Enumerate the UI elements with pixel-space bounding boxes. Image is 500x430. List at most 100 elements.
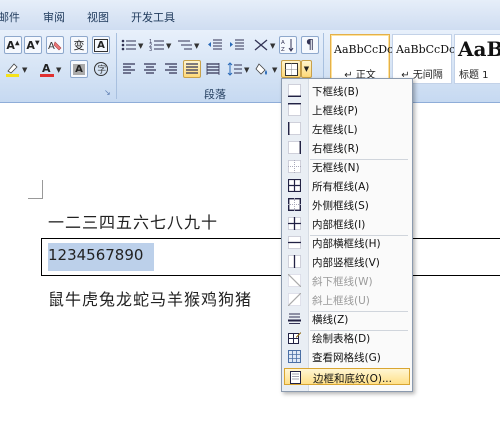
menu-item-view-gridlines[interactable]: 查看网格线(G) [284, 348, 410, 365]
chinese-layout-dropdown-icon[interactable]: ▼ [270, 42, 275, 50]
diagonal-down-border-icon [288, 274, 301, 287]
phonetic-guide-icon[interactable]: 变 [70, 36, 88, 54]
bullets-dropdown-icon[interactable]: ▼ [138, 42, 143, 50]
justify-icon[interactable] [183, 60, 201, 78]
menu-item-label: 下框线(B) [312, 86, 359, 98]
clear-format-icon[interactable]: A [46, 36, 64, 54]
top-border-icon [288, 103, 301, 116]
menu-item-top-border[interactable]: 上框线(P) [284, 101, 410, 118]
distributed-icon[interactable] [204, 60, 222, 78]
svg-text:字: 字 [97, 64, 106, 76]
borders-dropdown-menu: 下框线(B) 上框线(P) 左框线(L) 右框线(R) 无框线(N) 所有框线(… [281, 78, 413, 392]
highlight-icon[interactable] [4, 60, 22, 78]
font-color-dropdown-icon[interactable]: ▼ [56, 66, 61, 74]
chinese-layout-icon[interactable] [252, 36, 270, 54]
char-border-icon[interactable]: A [92, 36, 110, 54]
sort-icon[interactable]: AZ [279, 36, 297, 54]
menu-item-label: 边框和底纹(O)... [313, 373, 392, 385]
group-separator [116, 33, 117, 99]
grow-font-icon[interactable]: A▲ [4, 36, 22, 54]
menu-item-label: 内部竖框线(V) [312, 257, 380, 269]
svg-text:A: A [48, 41, 55, 52]
no-border-icon [288, 160, 301, 173]
style-normal[interactable]: AaBbCcDc ↵ 正文 [330, 34, 394, 84]
horizontal-line-icon [288, 313, 301, 324]
menu-item-label: 右框线(R) [312, 143, 359, 155]
svg-text:Z: Z [281, 47, 285, 52]
all-borders-icon [288, 179, 301, 192]
menu-item-label: 绘制表格(D) [312, 333, 371, 345]
menu-item-horizontal-line[interactable]: 横线(Z) [284, 310, 410, 327]
borders-and-shading-icon [290, 371, 301, 384]
menu-item-label: 左框线(L) [312, 124, 358, 136]
menu-item-diagonal-up-border: 斜上框线(U) [284, 291, 410, 308]
document-line-zodiac[interactable]: 鼠牛虎兔龙蛇马羊猴鸡狗猪 [48, 286, 252, 310]
line-spacing-dropdown-icon[interactable]: ▼ [244, 66, 249, 74]
outside-borders-icon [288, 198, 301, 211]
inside-vertical-border-icon [288, 255, 301, 268]
diagonal-up-border-icon [288, 293, 301, 306]
multilevel-list-dropdown-icon[interactable]: ▼ [194, 42, 199, 50]
menu-item-label: 查看网格线(G) [312, 352, 381, 364]
ribbon-tab-bar: 邮件 审阅 视图 开发工具 [0, 0, 500, 31]
char-shading-icon[interactable]: A [70, 60, 88, 78]
inside-horizontal-border-icon [288, 236, 301, 249]
menu-item-left-border[interactable]: 左框线(L) [284, 120, 410, 137]
menu-item-right-border[interactable]: 右框线(R) [284, 139, 410, 156]
menu-item-draw-table[interactable]: 绘制表格(D) [284, 329, 410, 346]
menu-item-label: 内部横框线(H) [312, 238, 381, 250]
bullets-icon[interactable] [120, 36, 138, 54]
style-heading-1[interactable]: AaB 标题 1 [454, 34, 500, 84]
bottom-border-icon [288, 84, 301, 97]
numbering-dropdown-icon[interactable]: ▼ [166, 42, 171, 50]
shrink-font-icon[interactable]: A▼ [24, 36, 42, 54]
enclose-char-icon[interactable]: 字 [92, 60, 110, 78]
show-marks-icon[interactable]: ¶ [301, 36, 319, 54]
tab-view[interactable]: 视图 [87, 9, 109, 25]
menu-item-borders-and-shading[interactable]: 边框和底纹(O)... [284, 368, 410, 385]
decrease-indent-icon[interactable] [206, 36, 224, 54]
menu-item-inside-borders[interactable]: 内部框线(I) [284, 215, 410, 232]
style-sample: AaBbCcDc [396, 43, 456, 56]
style-sample: AaBbCcDc [334, 43, 394, 56]
align-right-icon[interactable] [162, 60, 180, 78]
menu-item-inside-horizontal-border[interactable]: 内部横框线(H) [284, 234, 410, 251]
menu-item-bottom-border[interactable]: 下框线(B) [284, 82, 410, 99]
svg-text:A: A [281, 40, 285, 46]
menu-item-inside-vertical-border[interactable]: 内部竖框线(V) [284, 253, 410, 270]
highlight-dropdown-icon[interactable]: ▼ [22, 66, 27, 74]
tab-review[interactable]: 审阅 [43, 9, 65, 25]
align-left-icon[interactable] [120, 60, 138, 78]
increase-indent-icon[interactable] [228, 36, 246, 54]
shading-icon[interactable] [254, 60, 272, 78]
inside-borders-icon [288, 217, 301, 230]
borders-dropdown-icon[interactable]: ▼ [301, 60, 312, 78]
svg-text:3: 3 [149, 47, 152, 52]
selected-digits-text[interactable]: 1234567890 [48, 246, 143, 264]
center-icon[interactable] [141, 60, 159, 78]
view-gridlines-icon [288, 350, 301, 363]
font-color-icon[interactable]: A [38, 60, 56, 78]
menu-item-label: 所有框线(A) [312, 181, 370, 193]
svg-text:A: A [42, 62, 51, 75]
style-no-spacing[interactable]: AaBbCcDc ↵ 无间隔 [392, 34, 456, 84]
menu-item-no-border[interactable]: 无框线(N) [284, 158, 410, 175]
menu-item-label: 斜下框线(W) [312, 276, 373, 288]
menu-item-diagonal-down-border: 斜下框线(W) [284, 272, 410, 289]
margin-corner-mark [28, 180, 43, 199]
document-line-numbers-chinese[interactable]: 一二三四五六七八九十 [48, 209, 218, 233]
menu-item-label: 外侧框线(S) [312, 200, 369, 212]
multilevel-list-icon[interactable] [176, 36, 194, 54]
shading-dropdown-icon[interactable]: ▼ [272, 66, 277, 74]
numbering-icon[interactable]: 123 [148, 36, 166, 54]
menu-item-label: 横线(Z) [312, 314, 349, 326]
borders-icon[interactable] [281, 60, 301, 78]
font-dialog-launcher-icon[interactable]: ↘ [104, 88, 111, 97]
menu-item-all-borders[interactable]: 所有框线(A) [284, 177, 410, 194]
style-sample: AaB [458, 37, 500, 61]
tab-developer[interactable]: 开发工具 [131, 9, 175, 25]
style-name: 标题 1 [459, 70, 489, 81]
menu-item-outside-borders[interactable]: 外侧框线(S) [284, 196, 410, 213]
tab-mailings[interactable]: 邮件 [0, 9, 20, 25]
line-spacing-icon[interactable] [226, 60, 244, 78]
